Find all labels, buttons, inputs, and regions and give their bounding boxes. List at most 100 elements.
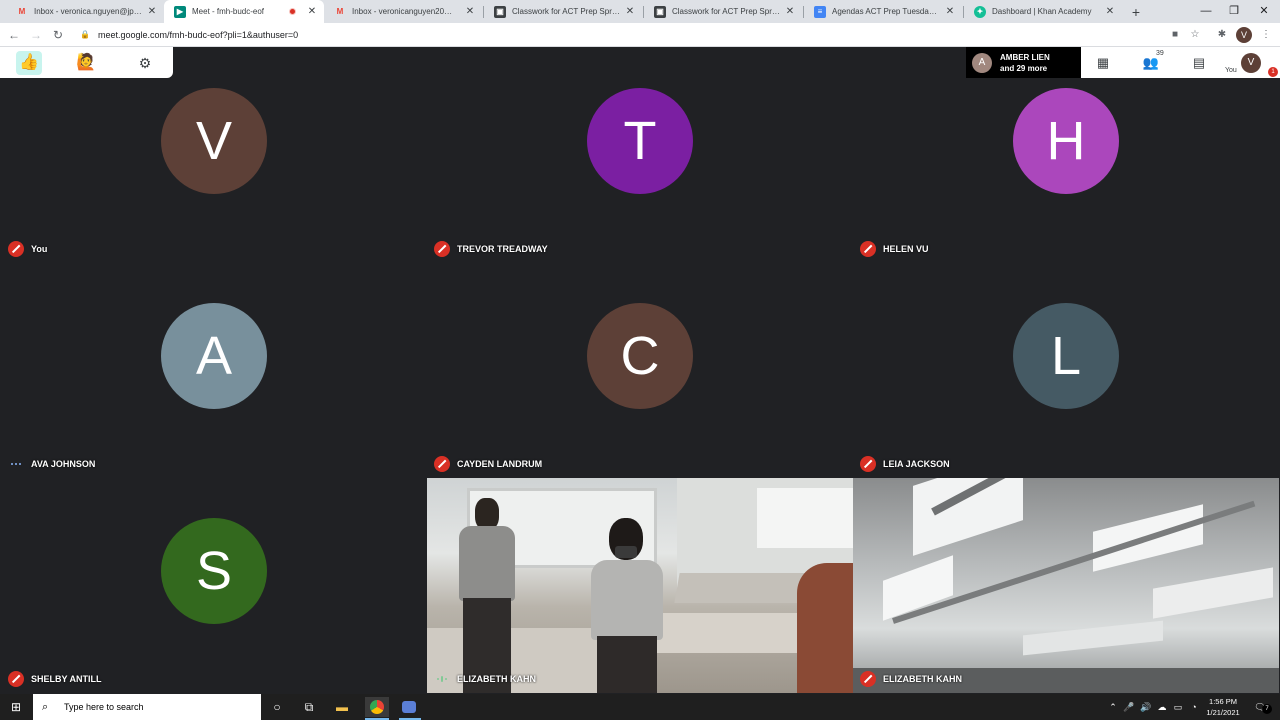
participant-name: ELIZABETH KAHN	[883, 674, 962, 684]
participant-tile[interactable]: L LEIA JACKSON	[853, 263, 1279, 478]
ceiling-light-shape	[1153, 567, 1273, 619]
tab-gmail-personal[interactable]: M Inbox - veronicanguyen20@gma ✕	[324, 0, 482, 23]
participant-tile[interactable]: V You	[1, 48, 427, 263]
participant-name: AVA JOHNSON	[31, 459, 96, 469]
tab-khan-academy[interactable]: ✦ Dashboard | Khan Academy ✕	[964, 0, 1122, 23]
person-blur-shape	[797, 563, 853, 693]
classroom-icon: ▣	[654, 5, 666, 18]
gmail-icon: M	[336, 7, 344, 16]
minimize-button[interactable]: —	[1192, 0, 1220, 23]
close-icon[interactable]: ✕	[784, 6, 796, 17]
docs-icon: ≡	[814, 5, 826, 18]
reload-button[interactable]: ↻	[50, 27, 66, 43]
tab-agendas[interactable]: ≡ Agendas ACT Prep Tuesday, Janu ✕	[804, 0, 962, 23]
participant-name: TREVOR TREADWAY	[457, 244, 548, 254]
avatar: L	[1013, 303, 1119, 409]
mic-off-icon	[434, 241, 450, 257]
search-placeholder: Type here to search	[64, 702, 144, 712]
browser-profile-avatar[interactable]: V	[1236, 27, 1252, 43]
restore-button[interactable]: ❐	[1220, 0, 1248, 23]
extensions-icon[interactable]: ✱	[1214, 27, 1230, 43]
avatar: C	[587, 303, 693, 409]
taskbar-search-box[interactable]: ⌕ Type here to search	[33, 694, 261, 720]
camera-icon[interactable]: ■	[1167, 27, 1183, 43]
mic-off-icon	[434, 456, 450, 472]
recording-icon	[289, 8, 296, 15]
chrome-icon	[370, 700, 384, 714]
tab-meet[interactable]: ▶ Meet - fmh-budc-eof ✕	[164, 0, 324, 23]
tab-classwork-1[interactable]: ▣ Classwork for ACT Prep Spring 2 ✕	[484, 0, 642, 23]
khan-icon: ✦	[974, 5, 986, 18]
avatar: T	[587, 88, 693, 194]
url-text[interactable]: meet.google.com/fmh-budc-eof?pli=1&authu…	[98, 30, 298, 40]
speaking-indicator-icon	[434, 671, 450, 687]
participant-tile[interactable]: C CAYDEN LANDRUM	[427, 263, 853, 478]
speaking-indicator-icon	[8, 456, 24, 472]
avatar: V	[161, 88, 267, 194]
cortana-icon[interactable]: ○	[267, 697, 287, 717]
participant-tile[interactable]: H HELEN VU	[853, 48, 1279, 263]
windows-start-icon[interactable]: ⊞	[6, 697, 26, 717]
clock-date: 1/21/2021	[1206, 708, 1240, 717]
meet-icon: ▶	[174, 5, 186, 18]
lock-icon: 🔒	[80, 30, 90, 39]
avatar: S	[161, 518, 267, 624]
volume-icon[interactable]: 🔊	[1139, 694, 1153, 720]
participant-name: SHELBY ANTILL	[31, 674, 102, 684]
participant-video-tile[interactable]: ELIZABETH KAHN	[853, 478, 1279, 693]
close-icon[interactable]: ✕	[944, 6, 956, 17]
mic-off-icon	[860, 456, 876, 472]
window-close-button[interactable]: ✕	[1250, 0, 1278, 23]
browser-tab-bar: M Inbox - veronica.nguyen@jpscho ✕ ▶ Mee…	[0, 0, 1280, 23]
address-bar: ← → ↻ 🔒 meet.google.com/fmh-budc-eof?pli…	[0, 23, 1280, 47]
ceiling-light-shape	[1023, 620, 1163, 656]
mic-off-icon	[8, 241, 24, 257]
onedrive-icon[interactable]: ☁	[1155, 694, 1169, 720]
chevron-up-icon[interactable]: ⌃	[1107, 694, 1119, 720]
back-button[interactable]: ←	[6, 27, 22, 43]
system-clock[interactable]: 1:56 PM 1/21/2021	[1200, 696, 1246, 718]
participant-name: You	[31, 244, 48, 254]
file-explorer-icon[interactable]: ▬	[332, 697, 352, 717]
window-shape	[757, 488, 853, 548]
close-icon[interactable]: ✕	[306, 6, 318, 17]
forward-button[interactable]: →	[28, 27, 44, 43]
browser-menu-icon[interactable]: ⋮	[1258, 27, 1274, 43]
participant-tile[interactable]: S SHELBY ANTILL	[1, 478, 427, 693]
student-figure	[457, 498, 517, 693]
close-icon[interactable]: ✕	[146, 6, 158, 17]
participant-name: ELIZABETH KAHN	[457, 674, 536, 684]
mic-off-icon	[860, 671, 876, 687]
participant-tile[interactable]: A AVA JOHNSON	[1, 263, 427, 478]
participant-name: CAYDEN LANDRUM	[457, 459, 543, 469]
clock-time: 1:56 PM	[1209, 697, 1237, 706]
meet-app-icon[interactable]	[399, 697, 419, 717]
avatar: A	[161, 303, 267, 409]
wifi-icon[interactable]: ◔	[1187, 694, 1201, 720]
tab-gmail-work[interactable]: M Inbox - veronica.nguyen@jpscho ✕	[6, 0, 164, 23]
student-figure	[587, 518, 667, 693]
close-icon[interactable]: ✕	[624, 6, 636, 17]
notification-count: 7	[1262, 704, 1272, 714]
avatar: H	[1013, 88, 1119, 194]
bookmark-star-icon[interactable]: ☆	[1187, 27, 1203, 43]
classroom-icon: ▣	[494, 5, 506, 18]
participant-video-tile[interactable]: ELIZABETH KAHN	[427, 478, 853, 693]
microphone-icon[interactable]: 🎤	[1123, 694, 1135, 720]
close-icon[interactable]: ✕	[1104, 6, 1116, 17]
task-view-icon[interactable]: ⧉	[299, 697, 319, 717]
participant-tile[interactable]: T TREVOR TREADWAY	[427, 48, 853, 263]
battery-icon[interactable]: ▭	[1171, 694, 1185, 720]
new-tab-button[interactable]: +	[1127, 3, 1145, 21]
desk-shape	[674, 573, 810, 603]
tab-classwork-2[interactable]: ▣ Classwork for ACT Prep Spring 2 ✕	[644, 0, 802, 23]
participant-name: LEIA JACKSON	[883, 459, 950, 469]
omnibox[interactable]: 🔒 meet.google.com/fmh-budc-eof?pli=1&aut…	[74, 26, 1164, 44]
chrome-taskbar-icon[interactable]	[365, 697, 389, 717]
mic-off-icon	[860, 241, 876, 257]
close-icon[interactable]: ✕	[464, 6, 476, 17]
gmail-icon: M	[18, 7, 26, 16]
participant-name: HELEN VU	[883, 244, 929, 254]
windows-taskbar: ⊞ ⌕ Type here to search ○ ⧉ ▬ ⌃ 🎤 🔊 ☁ ▭ …	[0, 694, 1280, 720]
mic-off-icon	[8, 671, 24, 687]
